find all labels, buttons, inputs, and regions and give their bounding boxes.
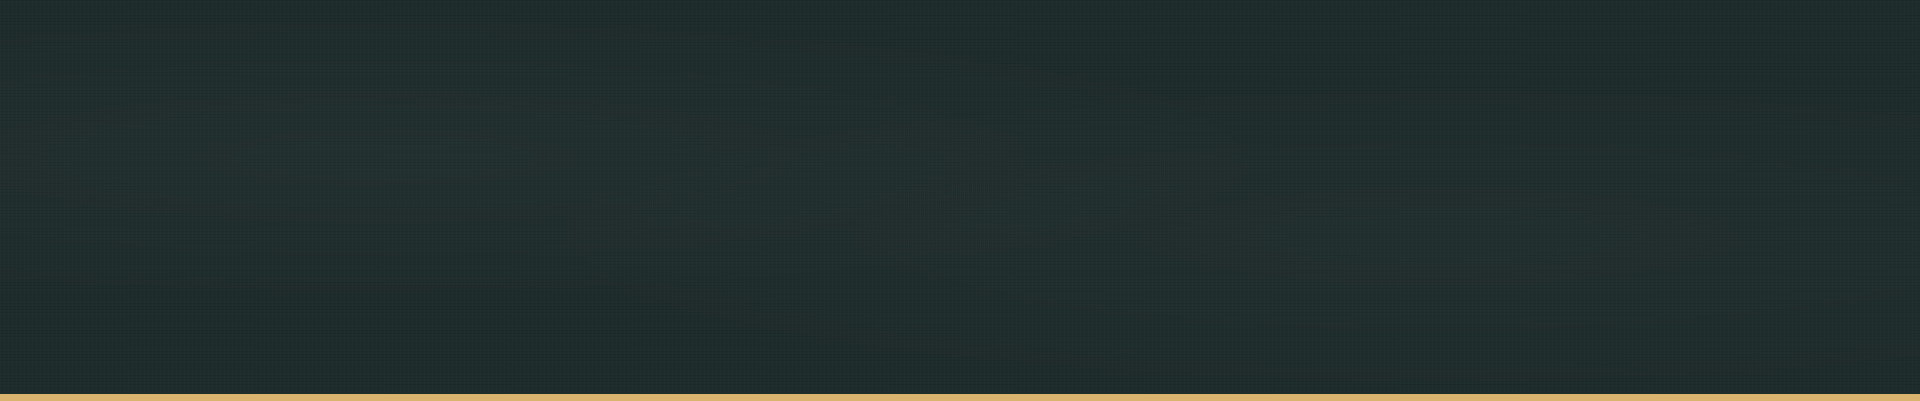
banner-textured-background — [0, 0, 1920, 394]
banner-accent-border — [0, 394, 1920, 401]
header-banner — [0, 0, 1920, 401]
